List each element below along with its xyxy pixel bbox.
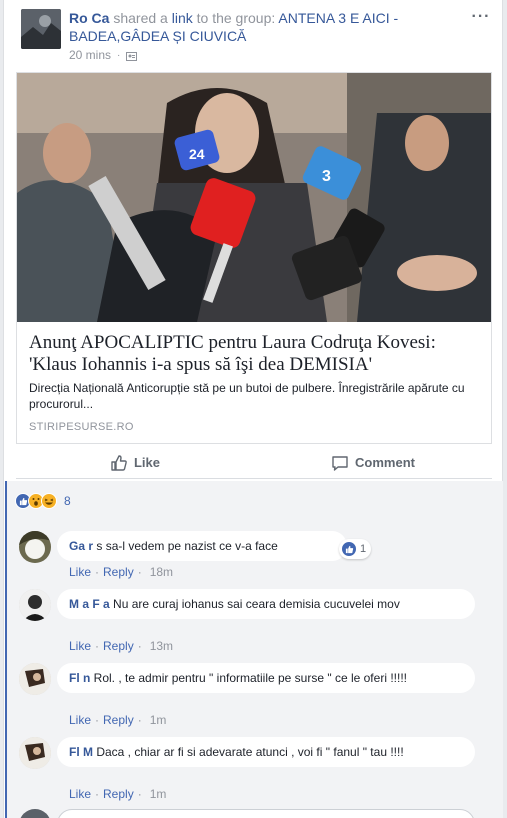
- comment-reply-link[interactable]: Reply: [103, 565, 134, 579]
- comment-time[interactable]: 13m: [150, 639, 173, 653]
- commenter-avatar[interactable]: [19, 589, 51, 621]
- comment-bubble: Ga r s sa-l vedem pe nazist ce v-a face: [57, 531, 347, 561]
- write-comment-row: [19, 809, 489, 818]
- link-word[interactable]: link: [172, 10, 193, 26]
- comment-item: Fl n Rol. , te admir pentru " informatii…: [19, 663, 489, 733]
- separator: ·: [95, 639, 100, 653]
- comment-author[interactable]: Fl M: [69, 745, 96, 759]
- link-preview-image[interactable]: 24 3: [17, 73, 491, 322]
- comment-reply-link[interactable]: Reply: [103, 713, 134, 727]
- more-options-button[interactable]: ···: [470, 8, 492, 26]
- comment-reply-link[interactable]: Reply: [103, 639, 134, 653]
- comment-bubble: Fl n Rol. , te admir pentru " informatii…: [57, 663, 475, 693]
- comment-text: Daca , chiar ar fi si adevarate atunci ,…: [96, 745, 404, 759]
- comment-actions: Like · Reply · 1m: [69, 787, 166, 801]
- link-domain: STIRIPESURSE.RO: [29, 421, 134, 433]
- comment-actions: Like · Reply · 13m: [69, 639, 173, 653]
- comment-text: Nu are curaj iohanus sai ceara demisia c…: [113, 597, 400, 611]
- thumbs-up-icon: [111, 454, 127, 471]
- comment-icon: [332, 455, 348, 471]
- separator: ·: [137, 639, 142, 653]
- commenter-avatar[interactable]: [19, 531, 51, 563]
- write-comment-input[interactable]: [57, 809, 475, 818]
- post-action-bar: Like Comment: [16, 447, 492, 479]
- meta-dot: ·: [117, 49, 121, 61]
- reaction-count[interactable]: 8: [64, 494, 71, 508]
- comment-bubble: Fl M Daca , chiar ar fi si adevarate atu…: [57, 737, 475, 767]
- mic-label-24: 24: [189, 146, 205, 162]
- comment-reaction-badge[interactable]: 1: [339, 539, 372, 559]
- post-meta: 20 mins ·: [69, 48, 138, 62]
- comment-item: M a F a Nu are curaj iohanus sai ceara d…: [19, 589, 489, 659]
- comment-like-link[interactable]: Like: [69, 787, 91, 801]
- comments-section: 8 Ga r s sa-l vedem pe nazist ce v-a fac…: [5, 481, 503, 818]
- comment-time[interactable]: 1m: [150, 787, 167, 801]
- comment-like-link[interactable]: Like: [69, 639, 91, 653]
- comment-like-link[interactable]: Like: [69, 713, 91, 727]
- separator: ·: [137, 713, 142, 727]
- post-header: Ro Ca shared a link to the group: ANTENA…: [69, 9, 469, 45]
- like-label: Like: [133, 455, 160, 470]
- link-preview-card[interactable]: 24 3 Anunţ APOCALIPTIC pentru Laura Codr…: [16, 72, 492, 444]
- separator: ·: [95, 787, 100, 801]
- comment-bubble: M a F a Nu are curaj iohanus sai ceara d…: [57, 589, 475, 619]
- comment-label: Comment: [355, 455, 415, 470]
- separator: ·: [137, 787, 142, 801]
- comment-author[interactable]: M a F a: [69, 597, 110, 611]
- reactions-summary[interactable]: 8: [15, 493, 71, 509]
- post-card: Ro Ca shared a link to the group: ANTENA…: [3, 0, 503, 818]
- separator: ·: [95, 565, 100, 579]
- haha-reaction-icon: [41, 493, 57, 509]
- separator: ·: [95, 713, 100, 727]
- author-avatar[interactable]: [21, 9, 61, 49]
- comment-reaction-count: 1: [360, 543, 367, 555]
- comment-text: s sa-l vedem pe nazist ce v-a face: [96, 539, 278, 553]
- comment-author[interactable]: Fl n: [69, 671, 90, 685]
- comment-item: Ga r s sa-l vedem pe nazist ce v-a face …: [19, 531, 489, 581]
- mic-label-3: 3: [322, 168, 331, 185]
- comment-button[interactable]: Comment: [254, 447, 492, 478]
- comment-author[interactable]: Ga r: [69, 539, 93, 553]
- shared-text: shared a: [113, 10, 168, 26]
- author-name[interactable]: Ro Ca: [69, 10, 109, 26]
- commenter-avatar[interactable]: [19, 663, 51, 695]
- like-reaction-icon: [341, 541, 357, 557]
- comment-item: Fl M Daca , chiar ar fi si adevarate atu…: [19, 737, 489, 807]
- group-privacy-icon: [126, 50, 138, 61]
- comment-time[interactable]: 1m: [150, 713, 167, 727]
- commenter-avatar[interactable]: [19, 737, 51, 769]
- post-time[interactable]: 20 mins: [69, 48, 111, 62]
- to-group-text: to the group:: [196, 10, 276, 26]
- current-user-avatar[interactable]: [19, 809, 51, 818]
- comment-actions: Like · Reply · 1m: [69, 713, 166, 727]
- comment-reply-link[interactable]: Reply: [103, 787, 134, 801]
- like-button[interactable]: Like: [16, 447, 254, 478]
- comment-like-link[interactable]: Like: [69, 565, 91, 579]
- link-title[interactable]: Anunţ APOCALIPTIC pentru Laura Codruţa K…: [29, 332, 483, 376]
- comment-text: Rol. , te admir pentru " informatiile pe…: [93, 671, 407, 685]
- comment-time[interactable]: 18m: [150, 565, 173, 579]
- link-description: Direcția Națională Anticorupție stă pe u…: [29, 381, 465, 411]
- comment-actions: Like · Reply · 18m: [69, 565, 173, 579]
- separator: ·: [137, 565, 142, 579]
